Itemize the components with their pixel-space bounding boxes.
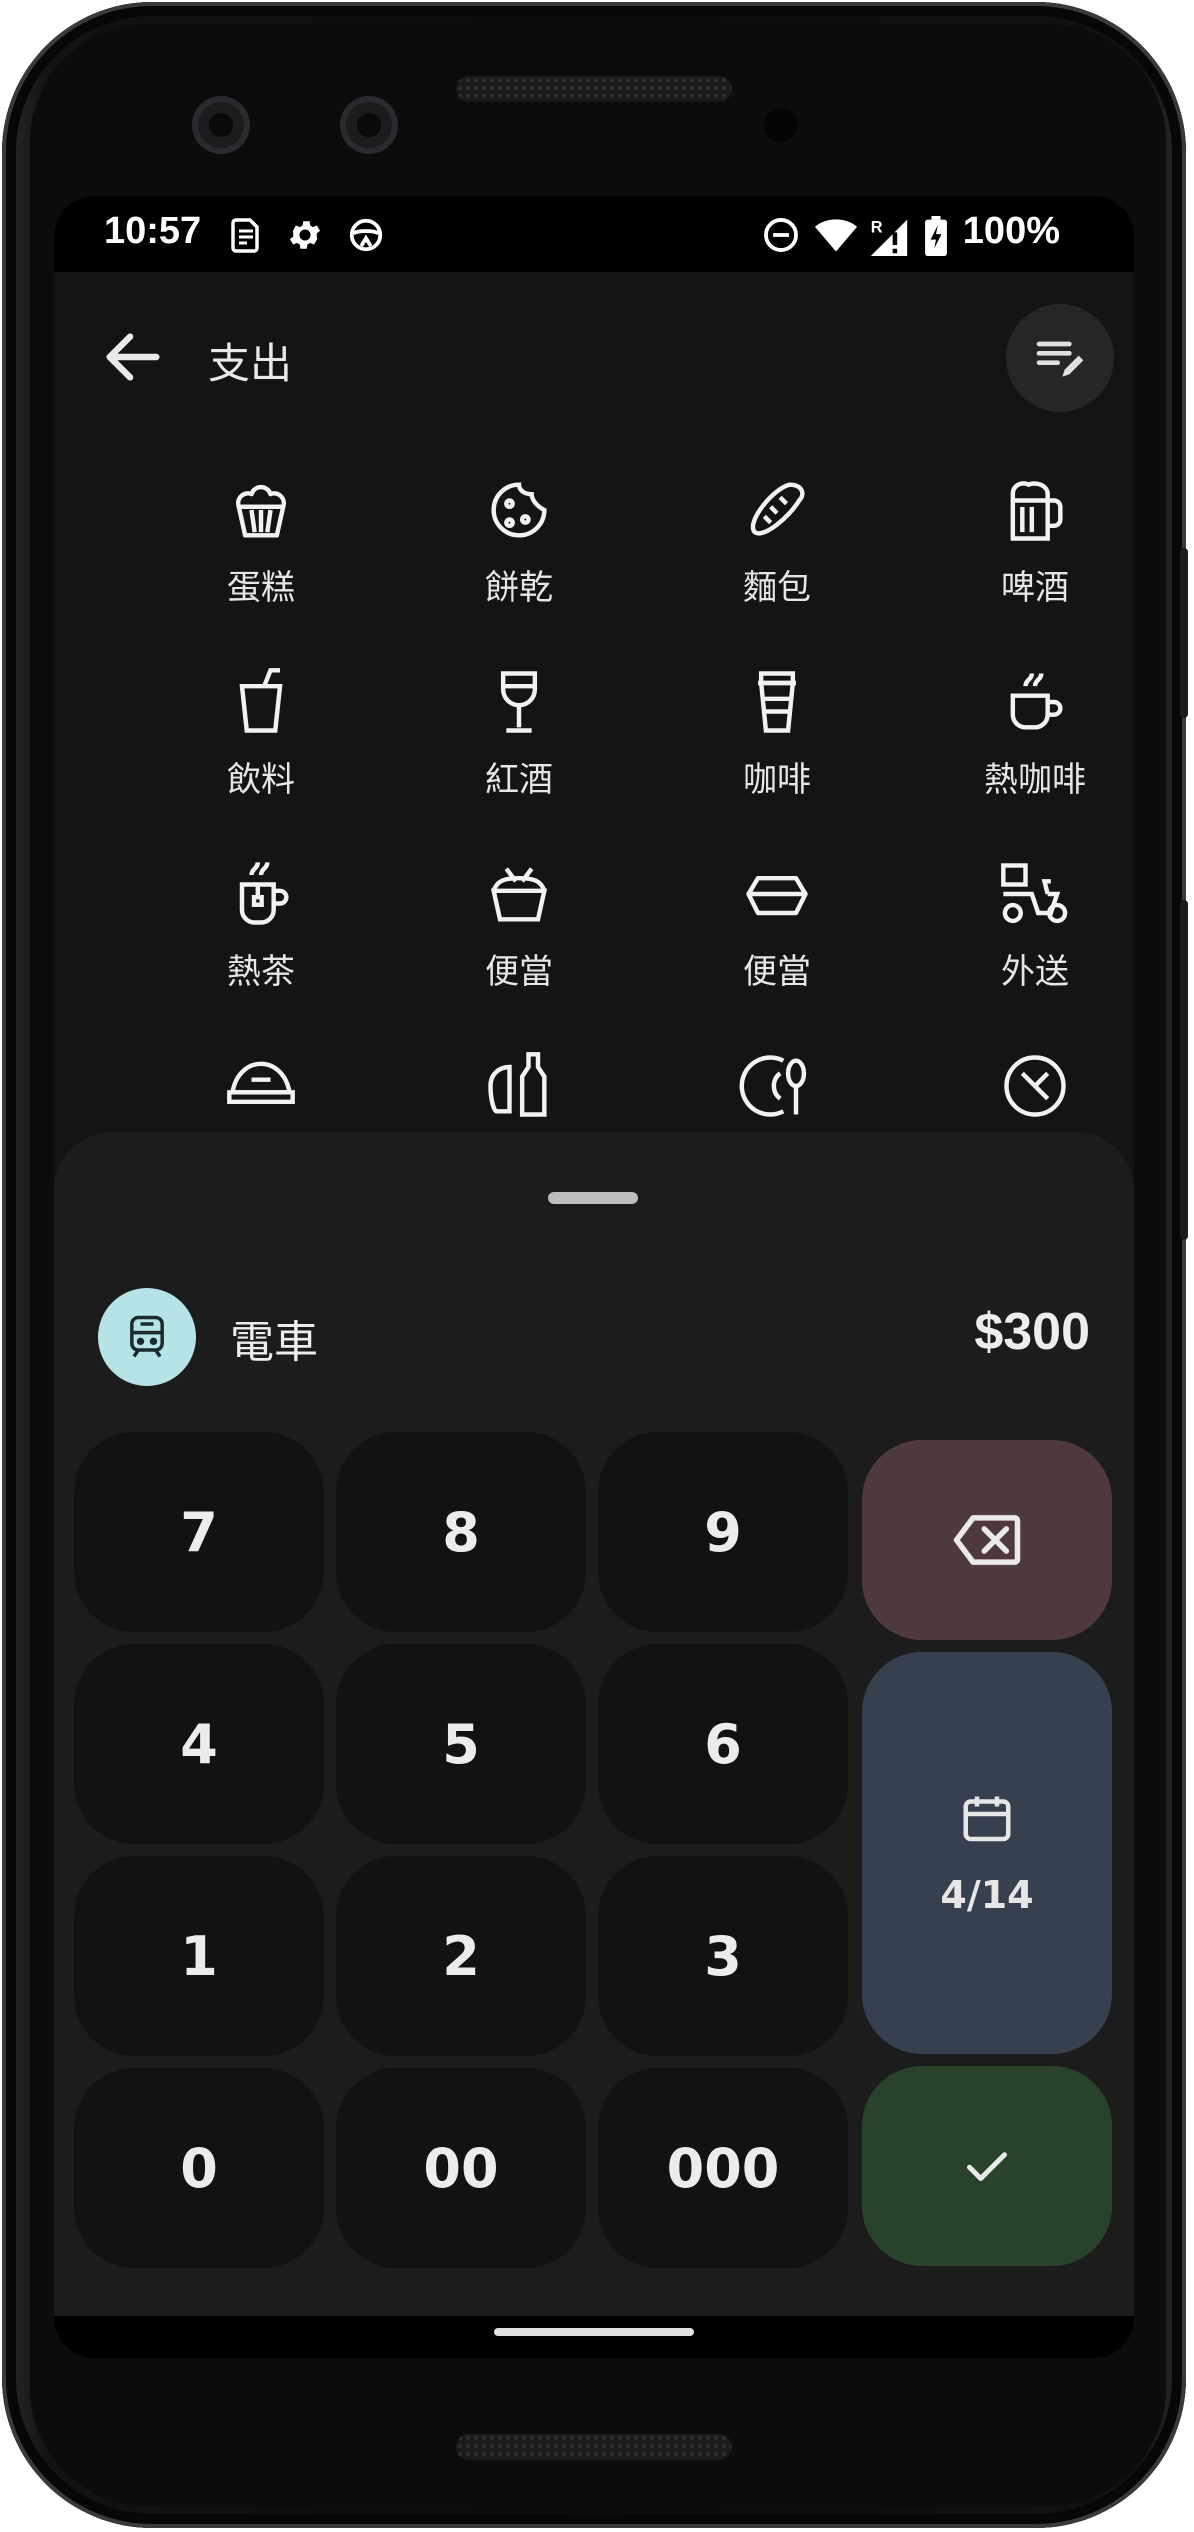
cup-drink-icon xyxy=(239,668,283,733)
key-2[interactable]: 2 xyxy=(336,1856,586,2056)
category-item[interactable]: 咖啡 xyxy=(662,664,892,844)
category-label: 餅乾 xyxy=(485,568,553,608)
home-gesture-handle[interactable] xyxy=(494,2328,694,2336)
pet-bowl-icon xyxy=(227,1061,295,1105)
key-5[interactable]: 5 xyxy=(336,1644,586,1844)
category-label: 熱咖啡 xyxy=(984,760,1086,800)
bottom-speaker xyxy=(456,2434,732,2460)
category-item[interactable]: 啤酒 xyxy=(920,472,1134,652)
category-label: 啤酒 xyxy=(1001,568,1069,608)
bread-icon xyxy=(750,482,805,536)
back-button[interactable] xyxy=(98,322,168,392)
edit-list-icon xyxy=(1036,341,1084,377)
hot-coffee-icon xyxy=(1010,673,1063,730)
category-item[interactable]: 餅乾 xyxy=(404,472,634,652)
signal-roaming-icon: R xyxy=(870,218,908,256)
check-icon xyxy=(967,2152,1007,2181)
food-drink-icon xyxy=(488,1052,547,1117)
gear-icon xyxy=(289,221,321,249)
arrow-back-icon xyxy=(106,333,160,381)
key-7[interactable]: 7 xyxy=(74,1432,324,1632)
category-label: 蛋糕 xyxy=(227,568,295,608)
vpn-steering-icon xyxy=(349,218,383,252)
category-item[interactable]: 紅酒 xyxy=(404,664,634,844)
plate-spoon-icon xyxy=(739,1055,807,1117)
key-0[interactable]: 0 xyxy=(74,2068,324,2268)
sim-card-icon xyxy=(231,218,259,253)
coffee-takeaway-icon xyxy=(758,671,796,733)
delivery-scooter-icon xyxy=(1001,863,1068,924)
train-icon xyxy=(130,1315,164,1358)
category-label: 外送 xyxy=(1001,952,1069,992)
battery-percent: 100% xyxy=(962,210,1060,252)
key-1[interactable]: 1 xyxy=(74,1856,324,2056)
edit-list-button[interactable] xyxy=(1006,304,1114,412)
amount-bottom-sheet: 電車 $300 7 8 9 4 5 6 1 2 3 0 00 000 4/14 xyxy=(54,1132,1134,2316)
category-label: 紅酒 xyxy=(485,760,553,800)
backspace-button[interactable] xyxy=(862,1440,1112,1640)
wine-glass-icon xyxy=(500,671,538,733)
status-bar: 10:57 R 100% xyxy=(54,196,1134,272)
category-item[interactable]: 便當 xyxy=(404,856,634,1036)
category-item[interactable]: 熱茶 xyxy=(146,856,376,1036)
key-3[interactable]: 3 xyxy=(598,1856,848,2056)
category-label: 飲料 xyxy=(227,760,295,800)
key-9[interactable]: 9 xyxy=(598,1432,848,1632)
category-label: 便當 xyxy=(743,952,811,992)
navigation-bar xyxy=(54,2316,1134,2358)
front-camera-left xyxy=(192,96,250,154)
beer-icon xyxy=(1010,481,1063,541)
selected-category-name: 電車 xyxy=(230,1317,318,1368)
volume-button xyxy=(1180,900,1188,1240)
date-picker-button[interactable]: 4/14 xyxy=(862,1652,1112,2054)
do-not-disturb-icon xyxy=(764,218,798,252)
svg-text:R: R xyxy=(871,218,883,236)
category-item[interactable]: 麵包 xyxy=(662,472,892,652)
power-button xyxy=(1180,548,1188,718)
screen: 10:57 R 100% 支出 蛋糕 餅乾 麵包 啤酒 飲料 紅酒 咖啡 熱咖啡… xyxy=(54,196,1134,2358)
confirm-button[interactable] xyxy=(862,2066,1112,2266)
category-item[interactable]: 便當 xyxy=(662,856,892,1036)
selected-category-badge xyxy=(98,1288,196,1386)
earpiece-speaker xyxy=(456,76,732,102)
wifi-icon xyxy=(814,219,858,252)
app-bar: 支出 xyxy=(54,272,1134,442)
category-item[interactable]: 飲料 xyxy=(146,664,376,844)
restaurant-icon xyxy=(1004,1055,1066,1117)
battery-charging-icon xyxy=(925,216,947,256)
calendar-icon xyxy=(963,1796,1011,1842)
key-8[interactable]: 8 xyxy=(336,1432,586,1632)
category-item[interactable]: 蛋糕 xyxy=(146,472,376,652)
drag-handle[interactable] xyxy=(548,1192,638,1204)
lunchbox-icon xyxy=(746,875,808,916)
hot-tea-icon xyxy=(239,862,289,925)
backspace-icon xyxy=(953,1515,1021,1565)
status-time: 10:57 xyxy=(104,210,202,252)
proximity-sensor xyxy=(764,108,798,142)
category-label: 咖啡 xyxy=(743,760,811,800)
category-item[interactable]: 外送 xyxy=(920,856,1134,1036)
category-item[interactable]: 熱咖啡 xyxy=(920,664,1134,844)
bento-icon xyxy=(490,867,548,922)
selected-date: 4/14 xyxy=(940,1873,1034,1917)
key-00[interactable]: 00 xyxy=(336,2068,586,2268)
key-4[interactable]: 4 xyxy=(74,1644,324,1844)
cookie-icon xyxy=(491,482,547,538)
cupcake-icon xyxy=(236,484,286,538)
amount-display: $300 xyxy=(974,1303,1090,1361)
page-title: 支出 xyxy=(208,339,293,388)
category-label: 熱茶 xyxy=(227,952,295,992)
key-6[interactable]: 6 xyxy=(598,1644,848,1844)
category-label: 麵包 xyxy=(743,568,811,608)
key-000[interactable]: 000 xyxy=(598,2068,848,2268)
front-camera-right xyxy=(340,96,398,154)
category-label: 便當 xyxy=(485,952,553,992)
